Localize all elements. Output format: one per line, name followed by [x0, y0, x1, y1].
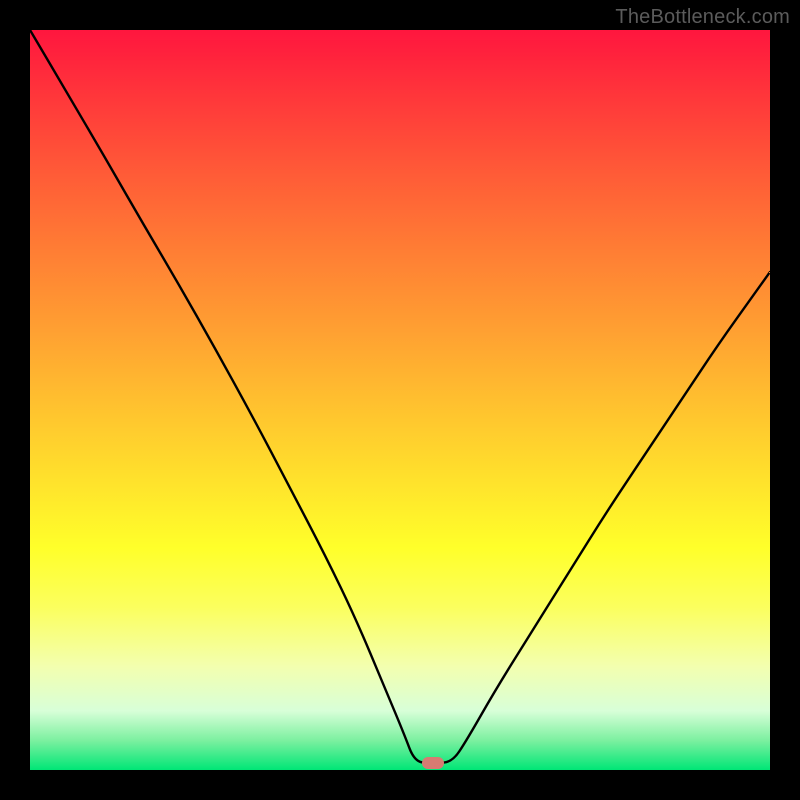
optimal-point-marker [422, 757, 444, 769]
chart-frame: TheBottleneck.com [0, 0, 800, 800]
gradient-background [30, 30, 770, 770]
plot-area [30, 30, 770, 770]
watermark-label: TheBottleneck.com [615, 6, 790, 29]
